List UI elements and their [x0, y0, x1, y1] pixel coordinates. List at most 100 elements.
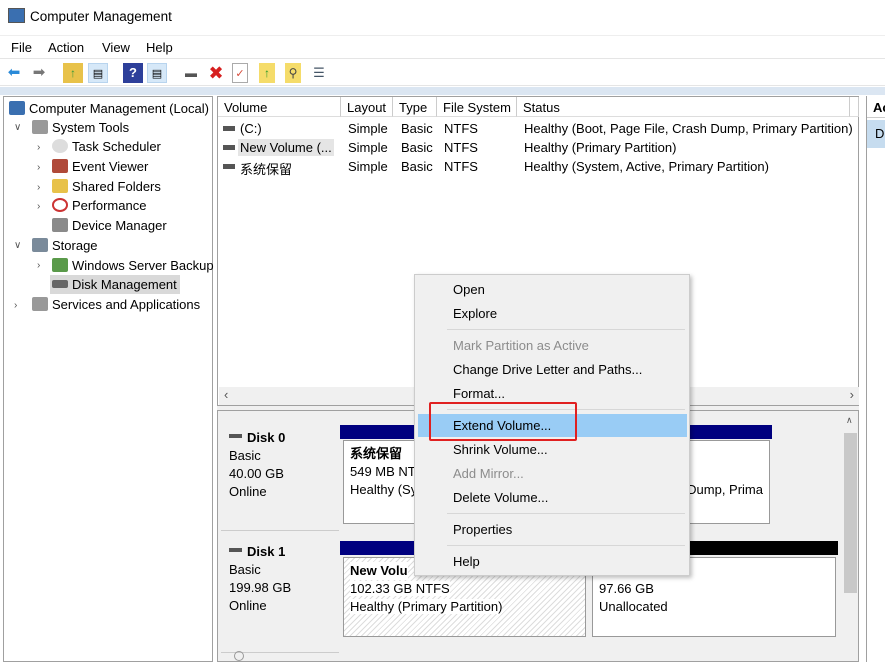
column-header-status[interactable]: Status — [517, 97, 850, 117]
tree-item-shared-folders[interactable]: Shared Folders — [52, 177, 161, 196]
menu-help[interactable]: Help — [146, 40, 173, 55]
properties-icon[interactable]: ✓ — [232, 63, 248, 83]
cell-type: Basic — [401, 140, 433, 155]
vertical-scrollbar[interactable]: ∧ — [843, 415, 858, 661]
menu-view[interactable]: View — [102, 40, 130, 55]
disk-size: 199.98 GB — [229, 580, 292, 595]
toolbar: ⬅ ➡ ↑ ▤ ? ▤ ▬ ✖ ✓ ↑ ⚲ ☰ — [0, 58, 885, 86]
cell-volume: New Volume (... — [238, 139, 334, 156]
column-header-volume[interactable]: Volume — [218, 97, 341, 117]
disk-type: Basic — [229, 448, 261, 463]
scroll-left-icon[interactable]: ‹ — [224, 387, 228, 402]
tree-label: Disk Management — [72, 277, 177, 292]
connect-icon[interactable]: ▬ — [181, 63, 201, 83]
search-icon[interactable]: ⚲ — [285, 63, 301, 83]
menu-item-help[interactable]: Help — [453, 551, 480, 573]
actions-header: Ac — [867, 96, 885, 118]
device-manager-icon — [52, 218, 68, 232]
menu-item-properties[interactable]: Properties — [453, 519, 512, 541]
show-hide-tree-icon[interactable]: ▤ — [88, 63, 108, 83]
disk-name: Disk 0 — [247, 430, 286, 445]
cell-fs: NTFS — [444, 121, 478, 136]
chevron-right-icon[interactable]: › — [14, 300, 17, 311]
tree-label: Storage — [52, 238, 98, 253]
chevron-right-icon[interactable]: › — [37, 260, 40, 271]
tree-item-system-tools[interactable]: System Tools — [32, 118, 129, 137]
tree-item-services[interactable]: Services and Applications — [32, 295, 200, 314]
menu-separator — [447, 545, 685, 546]
menu-item-change-drive-letter[interactable]: Change Drive Letter and Paths... — [453, 359, 642, 381]
chevron-right-icon[interactable]: › — [37, 182, 40, 193]
pane-divider — [0, 87, 885, 95]
actions-item-disk-management[interactable]: D — [867, 120, 885, 148]
list-icon[interactable]: ☰ — [309, 63, 329, 83]
computer-management-icon — [8, 8, 25, 23]
menu-action[interactable]: Action — [48, 40, 84, 55]
scroll-up-icon[interactable]: ∧ — [846, 415, 853, 426]
tree-item-disk-management[interactable]: Disk Management — [50, 275, 180, 294]
chevron-down-icon[interactable]: ∨ — [14, 122, 21, 133]
back-icon[interactable]: ⬅ — [4, 63, 24, 83]
disk-icon — [52, 280, 68, 288]
cell-status: Healthy (System, Active, Primary Partiti… — [524, 159, 769, 174]
cell-layout: Simple — [348, 159, 388, 174]
chevron-right-icon[interactable]: › — [37, 201, 40, 212]
tree-label: Computer Management (Local) — [29, 101, 209, 116]
delete-icon[interactable]: ✖ — [206, 63, 226, 83]
tree-item-performance[interactable]: Performance — [52, 196, 146, 215]
disk-type: Basic — [229, 562, 261, 577]
scrollbar-thumb[interactable] — [844, 433, 857, 593]
import-icon[interactable]: ↑ — [259, 63, 275, 83]
cell-status: Healthy (Primary Partition) — [524, 140, 677, 155]
window-title: Computer Management — [30, 9, 172, 24]
tree-label: Windows Server Backup — [72, 258, 214, 273]
disk-icon — [234, 651, 244, 661]
tree-item-root[interactable]: Computer Management (Local) — [9, 99, 209, 118]
services-icon — [32, 297, 48, 311]
menu-item-mark-active: Mark Partition as Active — [453, 338, 589, 353]
chevron-down-icon[interactable]: ∨ — [14, 240, 21, 251]
disk-1-info[interactable]: Disk 1 Basic 199.98 GB Online — [221, 533, 339, 653]
annotation-highlight-box — [429, 402, 577, 441]
menu-bar: File Action View Help — [0, 35, 885, 57]
disk-0-info[interactable]: Disk 0 Basic 40.00 GB Online — [221, 419, 339, 531]
menu-separator — [447, 513, 685, 514]
tools-icon — [32, 120, 48, 134]
chevron-right-icon[interactable]: › — [37, 142, 40, 153]
column-header-layout[interactable]: Layout — [341, 97, 393, 117]
menu-item-delete-volume[interactable]: Delete Volume... — [453, 487, 548, 509]
help-icon[interactable]: ? — [123, 63, 143, 83]
up-folder-icon[interactable]: ↑ — [63, 63, 83, 83]
show-hide-action-icon[interactable]: ▤ — [147, 63, 167, 83]
menu-item-open[interactable]: Open — [453, 279, 485, 301]
tree-label: Device Manager — [72, 218, 167, 233]
event-viewer-icon — [52, 159, 68, 173]
cell-type: Basic — [401, 121, 433, 136]
menu-item-shrink-volume[interactable]: Shrink Volume... — [453, 439, 548, 461]
disk-name: Disk 1 — [247, 544, 286, 559]
tree-item-storage[interactable]: Storage — [32, 236, 98, 255]
tree-item-device-manager[interactable]: Device Manager — [52, 216, 167, 235]
scroll-right-icon[interactable]: › — [850, 387, 854, 402]
console-tree: Computer Management (Local) ∨ System Too… — [3, 96, 214, 662]
tree-item-task-scheduler[interactable]: Task Scheduler — [52, 137, 161, 156]
disk-icon — [229, 548, 242, 552]
cell-status: Healthy (Boot, Page File, Crash Dump, Pr… — [524, 121, 853, 136]
tree-item-event-viewer[interactable]: Event Viewer — [52, 157, 148, 176]
performance-icon — [52, 198, 68, 212]
menu-item-explore[interactable]: Explore — [453, 303, 497, 325]
column-header-file-system[interactable]: File System — [437, 97, 517, 117]
partition-size: 97.66 GB — [599, 581, 654, 596]
disk-status: Online — [229, 484, 267, 499]
column-header-filler — [850, 97, 859, 117]
title-bar: Computer Management — [0, 0, 885, 34]
cell-volume: (C:) — [240, 121, 262, 136]
column-header-type[interactable]: Type — [393, 97, 437, 117]
forward-icon[interactable]: ➡ — [29, 63, 49, 83]
volume-icon — [223, 126, 235, 131]
chevron-right-icon[interactable]: › — [37, 162, 40, 173]
volume-icon — [223, 164, 235, 169]
menu-separator — [447, 329, 685, 330]
tree-item-windows-server-backup[interactable]: Windows Server Backup — [52, 256, 214, 275]
menu-file[interactable]: File — [11, 40, 32, 55]
